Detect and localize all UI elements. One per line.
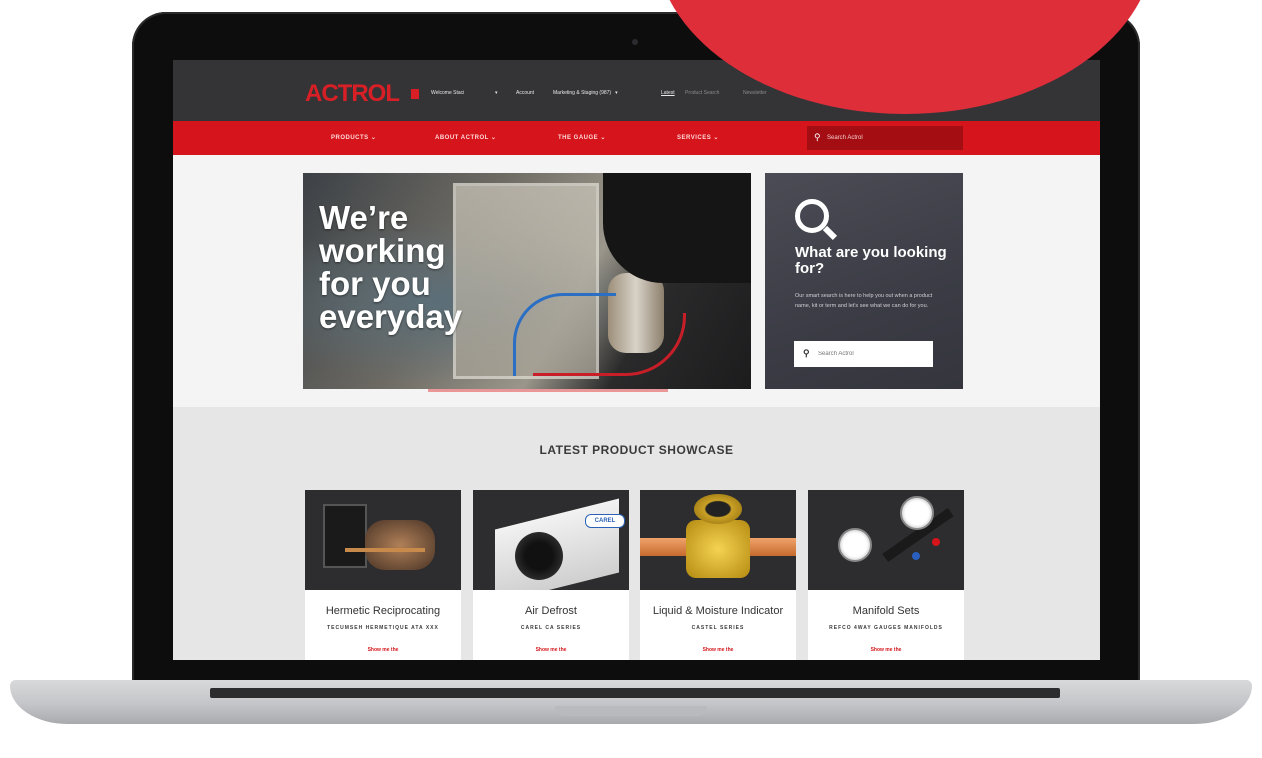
latest-link[interactable]: Latest xyxy=(661,90,675,96)
nav-search-placeholder: Search Actrol xyxy=(827,135,863,141)
hero-title-line: We’re xyxy=(319,199,409,236)
product-showcase: LATEST PRODUCT SHOWCASE Hermetic Recipro… xyxy=(173,407,1100,660)
nav-about[interactable]: ABOUT ACTROL ⌄ xyxy=(435,134,496,141)
hero-banner[interactable]: We’re working for you everyday xyxy=(303,173,751,389)
product-card[interactable]: Liquid & Moisture Indicator CASTEL SERIE… xyxy=(640,490,796,660)
product-image xyxy=(808,490,964,590)
nav-products-label: PRODUCTS xyxy=(331,135,369,141)
product-image xyxy=(640,490,796,590)
product-image: CAREL xyxy=(473,490,629,590)
product-card[interactable]: Hermetic Reciprocating TECUMSEH HERMETIQ… xyxy=(305,490,461,660)
hero-title: We’re working for you everyday xyxy=(319,201,519,333)
nav-about-label: ABOUT ACTROL xyxy=(435,135,489,141)
product-card[interactable]: CAREL Air Defrost CAREL CA SERIES Show m… xyxy=(473,490,629,660)
product-title: Hermetic Reciprocating xyxy=(325,605,441,617)
website-screen: ACTROL Welcome Staci ▾ Account Marketing… xyxy=(173,60,1100,660)
nav-services-label: SERVICES xyxy=(677,135,712,141)
nav-gauge-label: THE GAUGE xyxy=(558,135,599,141)
chevron-down-icon: ▾ xyxy=(615,90,618,96)
hero-hose-image xyxy=(533,313,686,376)
newsletter-link[interactable]: Newsletter xyxy=(743,90,767,96)
product-badge: CAREL xyxy=(585,514,625,528)
product-card[interactable]: Manifold Sets REFCO 4WAY GAUGES MANIFOLD… xyxy=(808,490,964,660)
product-subtitle: TECUMSEH HERMETIQUE ATA XXX xyxy=(327,625,439,631)
product-subtitle: CASTEL SERIES xyxy=(691,625,745,631)
hero-divider xyxy=(428,389,668,392)
chevron-down-icon: ⌄ xyxy=(370,135,377,141)
keyboard-hinge xyxy=(210,688,1060,698)
laptop-notch xyxy=(555,706,707,716)
search-panel-text: Our smart search is here to help you out… xyxy=(795,293,933,309)
nav-services[interactable]: SERVICES ⌄ xyxy=(677,134,719,141)
product-subtitle: REFCO 4WAY GAUGES MANIFOLDS xyxy=(829,625,943,631)
product-title: Manifold Sets xyxy=(852,605,920,617)
laptop-base xyxy=(10,680,1252,724)
welcome-label: Welcome Staci xyxy=(431,90,465,96)
hero-title-line: working xyxy=(319,232,446,269)
product-subtitle: CAREL CA SERIES xyxy=(520,625,582,631)
chevron-down-icon: ⌄ xyxy=(713,135,719,141)
nav-products[interactable]: PRODUCTS ⌄ xyxy=(331,134,376,141)
panel-search-input[interactable] xyxy=(794,341,933,367)
search-panel-heading: What are you looking for? xyxy=(795,244,947,277)
product-title: Liquid & Moisture Indicator xyxy=(652,605,784,617)
marketing-menu[interactable]: Marketing & Staging (987) ▾ xyxy=(553,90,618,96)
hero-title-line: everyday xyxy=(319,298,463,335)
hero-title-line: for you xyxy=(319,265,431,302)
product-search-link[interactable]: Product Search xyxy=(685,90,719,96)
product-title: Air Defrost xyxy=(525,605,577,617)
chevron-down-icon: ⌄ xyxy=(600,135,606,141)
account-link[interactable]: Account xyxy=(516,90,534,96)
nav-search-input[interactable]: ⚲ Search Actrol xyxy=(807,126,963,150)
welcome-menu[interactable]: Welcome Staci xyxy=(431,90,464,96)
hero-technician-image xyxy=(603,173,751,283)
logo-mark-icon xyxy=(411,89,419,99)
camera-icon xyxy=(632,39,638,45)
search-icon: ⚲ xyxy=(814,132,821,142)
showcase-title: LATEST PRODUCT SHOWCASE xyxy=(539,443,734,457)
product-link[interactable]: Show me the xyxy=(473,647,629,653)
chevron-down-icon[interactable]: ▾ xyxy=(495,90,498,96)
chevron-down-icon: ⌄ xyxy=(490,135,497,141)
product-link[interactable]: Show me the xyxy=(808,647,964,653)
search-icon: ⚲ xyxy=(803,348,810,358)
search-icon-handle xyxy=(822,225,838,241)
product-link[interactable]: Show me the xyxy=(640,647,796,653)
product-link[interactable]: Show me the xyxy=(305,647,461,653)
product-image xyxy=(305,490,461,590)
actrol-logo[interactable]: ACTROL xyxy=(305,80,400,108)
nav-gauge[interactable]: THE GAUGE ⌄ xyxy=(558,134,606,141)
marketing-label: Marketing & Staging (987) xyxy=(553,90,612,96)
